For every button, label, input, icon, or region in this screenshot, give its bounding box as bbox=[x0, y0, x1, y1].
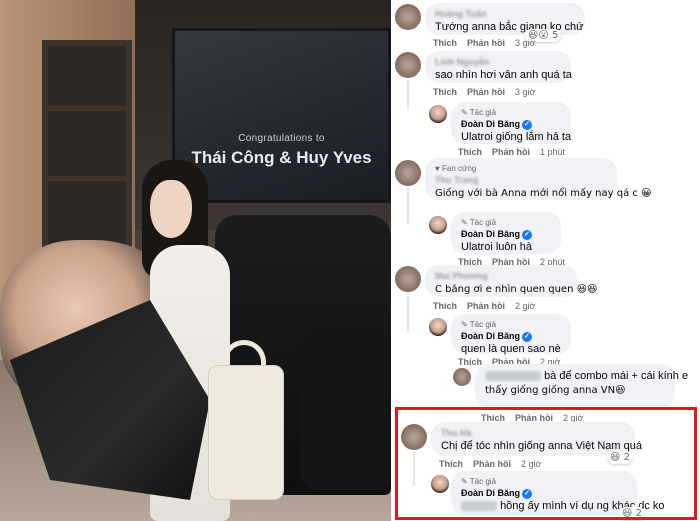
shelf-divider bbox=[48, 176, 126, 181]
comment-actions: Thích Phản hồi 3 giờ bbox=[433, 37, 535, 49]
author-name[interactable]: Đoàn Di Băng ✓ bbox=[461, 487, 627, 499]
thread-line bbox=[413, 452, 415, 486]
comment-bubble: ♥ Fan cứng Thu Trang Giống với bà Anna m… bbox=[425, 158, 652, 200]
reply-text: hồng ấy mình ví dụ ng khác dc ko bbox=[461, 499, 665, 513]
comment-time[interactable]: 3 giờ bbox=[515, 87, 535, 97]
avatar[interactable] bbox=[395, 52, 421, 78]
photo-person-face bbox=[150, 180, 192, 238]
comment-time[interactable]: 2 giờ bbox=[515, 301, 535, 311]
author-badge: ✎ Tác giả bbox=[461, 218, 497, 227]
comment-bubble: Hoàng Tuấn Tướng anna bắc giang ko chứ bbox=[425, 3, 585, 35]
comment-time[interactable]: 3 giờ bbox=[515, 38, 535, 48]
reply-link[interactable]: Phản hồi bbox=[492, 147, 530, 157]
avatar[interactable] bbox=[401, 424, 427, 450]
reply-text: Ulatroi luôn hà bbox=[461, 241, 532, 253]
blurred-mention bbox=[461, 501, 497, 512]
tv-caption-big: Thái Công & Huy Yves bbox=[191, 148, 372, 167]
post-photo[interactable]: Congratulations to Thái Công & Huy Yves bbox=[0, 0, 391, 521]
comments-panel: Hoàng Tuấn Tướng anna bắc giang ko chứ 😆… bbox=[391, 0, 700, 521]
author-name[interactable]: Đoàn Di Băng ✓ bbox=[461, 228, 551, 240]
thread-line bbox=[407, 296, 409, 332]
photo-armchair-arm bbox=[300, 330, 391, 490]
comment-bubble: Thu Hà Chị để tóc nhìn giống anna Việt N… bbox=[431, 422, 642, 456]
reply-bubble: ✎ Tác giả Đoàn Di Băng ✓ quen là quen sao… bbox=[451, 314, 571, 355]
author-badge: ✎ Tác giả bbox=[461, 108, 497, 117]
like-link[interactable]: Thích bbox=[433, 87, 457, 97]
reply-actions: Thích Phản hồi 2 giờ bbox=[481, 387, 583, 424]
avatar[interactable] bbox=[395, 266, 421, 292]
commenter-name-blurred[interactable]: Hoàng Tuấn bbox=[435, 8, 575, 20]
author-badge: ✎ Tác giả bbox=[461, 477, 497, 486]
reply-link[interactable]: Phản hồi bbox=[467, 301, 505, 311]
reply-text-line1: bà để combo mái + cái kính e bbox=[485, 369, 688, 383]
comment-actions: Thích Phản hồi 2 giờ bbox=[433, 300, 535, 312]
commenter-name-blurred[interactable]: Mai Phương bbox=[435, 270, 567, 282]
author-badge: ✎ Tác giả bbox=[461, 320, 497, 329]
author-name[interactable]: Đoàn Di Băng ✓ bbox=[461, 118, 561, 130]
reply-time[interactable]: 1 phút bbox=[540, 147, 565, 157]
avatar[interactable] bbox=[395, 160, 421, 186]
comment-text: sao nhìn hơi vân anh quá ta bbox=[435, 69, 572, 81]
reply-link[interactable]: Phản hồi bbox=[473, 459, 511, 469]
reply-bubble: ✎ Tác giả Đoàn Di Băng ✓ Ulatroi luôn hà bbox=[451, 212, 561, 254]
verified-icon: ✓ bbox=[522, 331, 533, 342]
comment-text: Chị để tóc nhìn giống anna Việt Nam quá bbox=[441, 440, 642, 452]
reaction-count[interactable]: 😆 2 bbox=[619, 507, 645, 520]
comment-actions: Thích Phản hồi 3 giờ bbox=[433, 86, 535, 98]
comment-time[interactable]: 2 giờ bbox=[521, 459, 541, 469]
reply-actions: Thích Phản hồi 1 phút bbox=[458, 146, 565, 158]
avatar[interactable] bbox=[395, 4, 421, 30]
verified-icon: ✓ bbox=[522, 229, 533, 240]
comment-bubble: Linh Nguyễn sao nhìn hơi vân anh quá ta bbox=[425, 51, 572, 83]
like-link[interactable]: Thích bbox=[433, 301, 457, 311]
author-avatar[interactable] bbox=[429, 318, 447, 336]
comment-text: Giống với bà Anna mới nổi mấy nay qá c 😀 bbox=[435, 188, 652, 199]
tv-caption-small: Congratulations to bbox=[238, 133, 325, 144]
comment-actions: Thích Phản hồi 2 giờ bbox=[439, 458, 541, 470]
commenter-name-blurred[interactable]: Thu Hà bbox=[441, 427, 625, 439]
like-link[interactable]: Thích bbox=[458, 357, 482, 367]
like-link[interactable]: Thích bbox=[433, 38, 457, 48]
fan-badge: ♥ Fan cứng bbox=[435, 164, 477, 173]
avatar[interactable] bbox=[453, 368, 471, 386]
reply-bubble: ✎ Tác giả Đoàn Di Băng ✓ hồng ấy mình ví … bbox=[451, 471, 665, 515]
verified-icon: ✓ bbox=[522, 119, 533, 130]
blurred-name bbox=[485, 371, 541, 382]
thread-line bbox=[407, 188, 409, 224]
shelf-divider bbox=[48, 106, 126, 111]
reaction-count[interactable]: 😆 2 bbox=[607, 451, 633, 464]
comment-text: C băng ơi e nhìn quen quen 😆😆 bbox=[435, 284, 598, 295]
author-name[interactable]: Đoàn Di Băng ✓ bbox=[461, 330, 561, 342]
reply-link[interactable]: Phản hồi bbox=[467, 87, 505, 97]
like-link[interactable]: Thích bbox=[439, 459, 463, 469]
commenter-name-blurred[interactable]: Thu Trang bbox=[435, 174, 607, 186]
photo-handbag bbox=[208, 365, 284, 500]
author-avatar[interactable] bbox=[429, 105, 447, 123]
thread-line bbox=[407, 80, 409, 110]
author-avatar[interactable] bbox=[429, 216, 447, 234]
comment-bubble: Mai Phương C băng ơi e nhìn quen quen 😆😆 bbox=[425, 265, 598, 297]
like-link[interactable]: Thích bbox=[458, 147, 482, 157]
author-avatar[interactable] bbox=[431, 475, 449, 493]
verified-icon: ✓ bbox=[522, 488, 533, 499]
commenter-name-blurred[interactable]: Linh Nguyễn bbox=[435, 56, 561, 68]
reply-bubble: ✎ Tác giả Đoàn Di Băng ✓ Ulatroi giống lắ… bbox=[451, 102, 571, 144]
reply-text: quen là quen sao nè bbox=[461, 343, 561, 355]
reply-text: Ulatroi giống lắm hả ta bbox=[461, 131, 572, 143]
reply-link[interactable]: Phản hồi bbox=[467, 38, 505, 48]
